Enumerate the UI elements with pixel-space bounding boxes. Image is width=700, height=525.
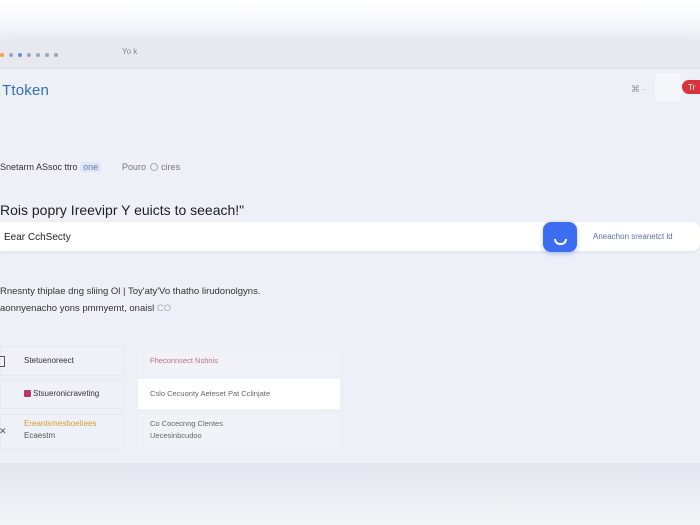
description-line: aonnyenacho yons pmmyemt, onaisl CO [0,303,171,314]
tab-label-suffix: cires [161,162,181,172]
app-logo[interactable]: Ttoken [2,82,49,99]
shortcut-icon[interactable]: ⌘ · [631,84,646,95]
card-detail: Fheconnsect Nshnis [150,356,218,365]
result-card[interactable]: Stetuenoreect [0,346,124,376]
tag-icon [24,390,31,397]
close-icon: ✕ [0,426,7,436]
card-title-line: Ecaestm [24,431,56,440]
search-icon [553,239,567,245]
card-title-line: Ereanlsmesboetiees [24,419,97,428]
description-line: Rnesnty thiplae dng sliing Ol | Toy'aty'… [0,286,261,297]
window-controls[interactable] [0,53,58,57]
card-detail: Co Cocecnng Clentes Uecesinbcudoo [150,418,223,442]
card-detail-line: Uecesinbcudoo [150,431,202,440]
result-detail[interactable]: Fheconnsect Nshnis [138,346,340,376]
description-text: aonnyenacho yons pmmyemt, onaisl [0,303,155,314]
card-title: Ereanlsmesboetiees Ecaestm [24,418,96,442]
window-dot-icon[interactable] [9,53,13,57]
tab-assoc[interactable]: Snetarm ASsoc ttro one [0,162,102,172]
window-dot-icon [45,53,49,57]
header-ghost-button[interactable] [655,73,681,101]
header-primary-button[interactable]: Tr [682,80,700,94]
window-dot-icon [36,53,40,57]
tab-label: Pouro [122,162,147,172]
app-window: Yo k Ttoken ⌘ · Tr Snetarm ASsoc ttro on… [0,42,700,463]
card-title: Stsueronicraveting [33,389,100,398]
page-headline: Rois popry Ireevipr Y euicts to seeach!" [0,202,245,218]
bottom-haze [0,463,700,525]
tab-label: Snetarm ASsoc [0,162,63,172]
card-title: Stetuenoreect [24,356,74,365]
search-bar: Aneachon sreanetct ld [0,222,700,253]
top-haze [0,0,700,42]
window-dot-icon[interactable] [18,53,22,57]
description-tail: CO [156,303,172,314]
result-detail[interactable]: Co Cocecnng Clentes Uecesinbcudoo [138,414,340,450]
window-dot-icon [54,53,58,57]
tab-highlight: one [80,162,102,172]
card-detail: Cslo Cecuonty Aeteset Pat Cclinjate [150,389,271,398]
window-dot-icon [27,53,31,57]
document-icon [0,356,5,367]
window-dot-icon[interactable] [0,53,4,57]
advanced-search-link[interactable]: Aneachon sreanetct ld [593,232,673,241]
result-card[interactable]: ✕ Ereanlsmesboetiees Ecaestm [0,414,124,450]
card-detail-line: Co Cocecnng Clentes [150,419,223,428]
search-input[interactable] [2,222,526,253]
result-card[interactable]: Stsueronicraveting [0,379,124,409]
tab-label-extra: ttro [64,162,78,172]
circle-icon [149,163,158,171]
tab-pouro[interactable]: Pouro cires [122,162,180,172]
title-bar: Yo k [0,42,700,69]
tab-bar: Snetarm ASsoc ttro one Pouro cires [0,162,300,176]
result-detail[interactable]: Cslo Cecuonty Aeteset Pat Cclinjate [138,379,340,409]
window-title: Yo k [122,47,138,56]
search-button[interactable] [543,222,577,252]
